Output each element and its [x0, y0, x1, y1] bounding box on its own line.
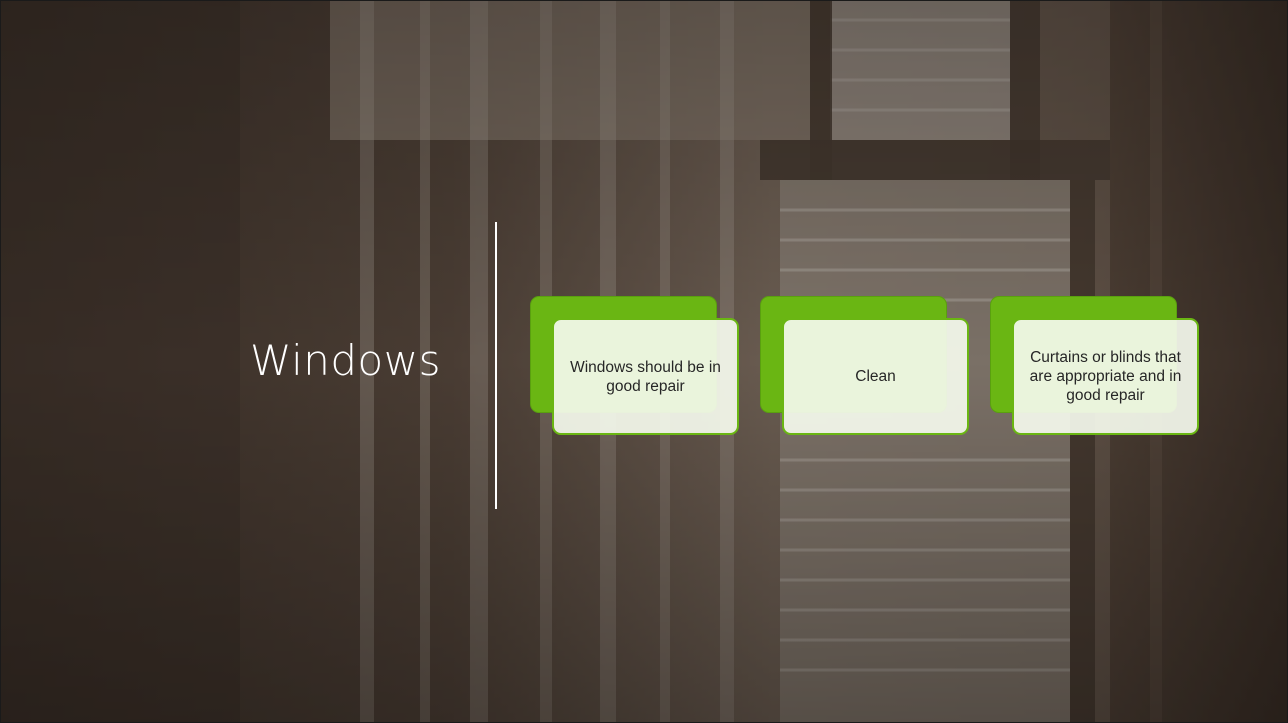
- title-divider: [495, 222, 497, 509]
- card-good-repair: Windows should be in good repair: [530, 296, 740, 436]
- card-clean: Clean: [760, 296, 970, 436]
- slide-title: Windows: [250, 336, 441, 385]
- card-text: Curtains or blinds that are appropriate …: [1029, 349, 1182, 404]
- card-front: Clean: [782, 318, 969, 435]
- card-text: Windows should be in good repair: [570, 358, 721, 395]
- card-curtains-blinds: Curtains or blinds that are appropriate …: [990, 296, 1200, 436]
- slide: Windows Windows should be in good repair…: [0, 0, 1288, 723]
- card-front: Windows should be in good repair: [552, 318, 739, 435]
- card-front: Curtains or blinds that are appropriate …: [1012, 318, 1199, 435]
- card-text: Clean: [855, 368, 896, 385]
